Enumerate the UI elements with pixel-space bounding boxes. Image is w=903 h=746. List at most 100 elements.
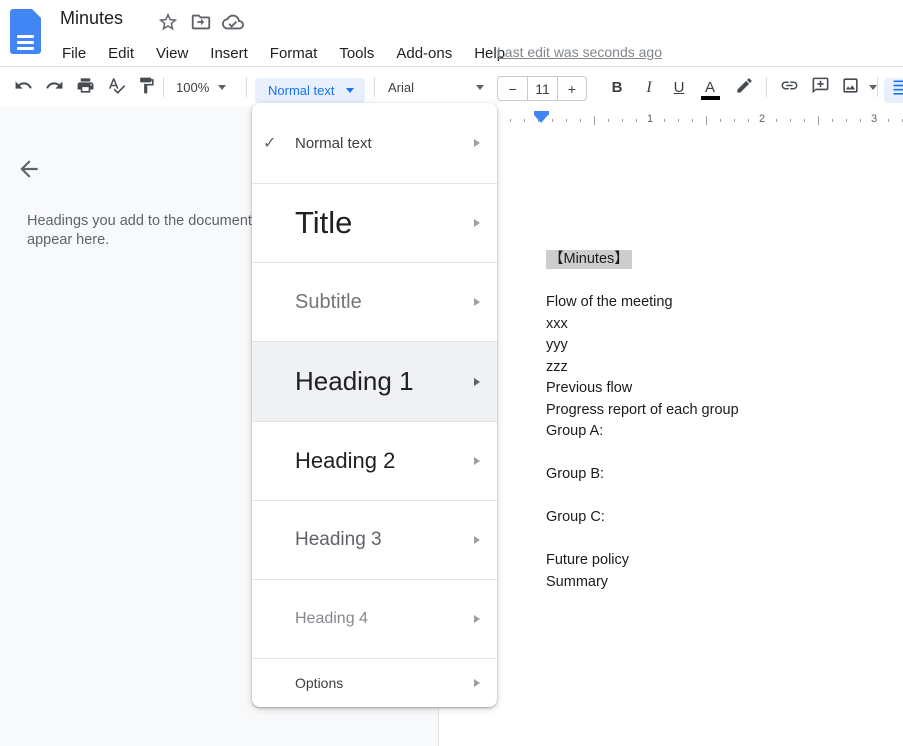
menu-item-heading-4[interactable]: Heading 4 bbox=[252, 579, 497, 658]
doc-line[interactable]: Group B: bbox=[546, 464, 739, 486]
chevron-down-icon bbox=[476, 85, 484, 90]
font-size-decrease-button[interactable]: − bbox=[498, 77, 527, 100]
underline-button[interactable]: U bbox=[666, 75, 692, 100]
font-size-stepper: − 11 + bbox=[497, 76, 587, 101]
chevron-down-icon bbox=[218, 85, 226, 90]
zoom-value: 100% bbox=[176, 80, 209, 95]
font-size-increase-button[interactable]: + bbox=[557, 77, 586, 100]
toolbar-divider bbox=[766, 77, 767, 97]
last-edit-link[interactable]: Last edit was seconds ago bbox=[497, 44, 662, 60]
bold-button[interactable]: B bbox=[604, 75, 630, 100]
selected-text[interactable]: 【Minutes】 bbox=[546, 250, 632, 269]
doc-line[interactable]: Progress report of each group bbox=[546, 400, 739, 422]
print-icon bbox=[76, 76, 95, 100]
redo-icon bbox=[45, 76, 64, 100]
highlight-button[interactable] bbox=[731, 75, 757, 100]
submenu-arrow-icon bbox=[474, 298, 480, 306]
submenu-arrow-icon bbox=[474, 615, 480, 623]
text-color-swatch bbox=[701, 96, 720, 100]
header: Minutes File Edit View Insert Format Too… bbox=[0, 0, 903, 67]
submenu-arrow-icon bbox=[474, 679, 480, 687]
submenu-arrow-icon bbox=[474, 536, 480, 544]
undo-icon bbox=[14, 76, 33, 100]
document-page[interactable]: 1 2 3 【Minutes】 Flow of the meeting xxx … bbox=[439, 107, 903, 746]
docs-logo-icon[interactable] bbox=[10, 9, 41, 54]
menu-insert[interactable]: Insert bbox=[199, 43, 259, 64]
zoom-select[interactable]: 100% bbox=[176, 75, 226, 100]
doc-line[interactable]: Previous flow bbox=[546, 378, 739, 400]
menu-item-heading-2[interactable]: Heading 2 bbox=[252, 421, 497, 500]
doc-line[interactable] bbox=[546, 443, 739, 465]
menu-item-heading-1[interactable]: Heading 1 bbox=[252, 341, 497, 421]
menu-item-subtitle[interactable]: Subtitle bbox=[252, 262, 497, 341]
menu-view[interactable]: View bbox=[145, 43, 199, 64]
doc-line[interactable]: Group A: bbox=[546, 421, 739, 443]
logo-fold bbox=[32, 9, 41, 18]
ruler-ticks bbox=[496, 119, 903, 122]
doc-line[interactable] bbox=[546, 486, 739, 508]
star-icon[interactable] bbox=[157, 11, 179, 33]
indent-marker-icon[interactable] bbox=[534, 111, 549, 124]
doc-line[interactable] bbox=[546, 529, 739, 551]
move-folder-icon[interactable] bbox=[190, 11, 212, 33]
paint-format-button[interactable] bbox=[133, 75, 159, 100]
undo-button[interactable] bbox=[10, 75, 36, 100]
add-comment-button[interactable] bbox=[807, 75, 833, 100]
menu-item-label: Normal text bbox=[295, 135, 372, 152]
paint-format-icon bbox=[137, 76, 156, 100]
submenu-arrow-icon bbox=[474, 457, 480, 465]
menu-item-label: Heading 4 bbox=[295, 610, 368, 628]
insert-image-icon bbox=[841, 76, 860, 100]
menu-format[interactable]: Format bbox=[259, 43, 329, 64]
doc-line[interactable]: yyy bbox=[546, 335, 739, 357]
menu-addons[interactable]: Add-ons bbox=[385, 43, 463, 64]
ruler-number: 3 bbox=[868, 113, 880, 125]
chevron-down-icon[interactable] bbox=[869, 85, 877, 90]
logo-line bbox=[17, 41, 34, 44]
menu-item-normal-text[interactable]: ✓ Normal text bbox=[252, 103, 497, 183]
doc-line[interactable]: Summary bbox=[546, 572, 739, 594]
menu-tools[interactable]: Tools bbox=[328, 43, 385, 64]
cloud-saved-icon[interactable] bbox=[222, 11, 244, 33]
document-text[interactable]: 【Minutes】 Flow of the meeting xxx yyy zz… bbox=[546, 249, 739, 593]
menu-edit[interactable]: Edit bbox=[97, 43, 145, 64]
menu-item-label: Heading 1 bbox=[295, 366, 414, 397]
menu-item-heading-3[interactable]: Heading 3 bbox=[252, 500, 497, 579]
add-comment-icon bbox=[811, 76, 830, 100]
ruler-halfmark bbox=[706, 116, 707, 125]
link-icon bbox=[780, 76, 799, 100]
menu-item-title[interactable]: Title bbox=[252, 183, 497, 262]
toolbar: 100% Normal text Arial − 11 + B I U A bbox=[0, 67, 903, 107]
insert-link-button[interactable] bbox=[776, 75, 802, 100]
doc-line[interactable]: xxx bbox=[546, 314, 739, 336]
submenu-arrow-icon bbox=[474, 219, 480, 227]
ruler-halfmark bbox=[594, 116, 595, 125]
font-size-value[interactable]: 11 bbox=[527, 77, 556, 100]
doc-line[interactable] bbox=[546, 271, 739, 293]
doc-line[interactable]: Group C: bbox=[546, 507, 739, 529]
font-family-select[interactable]: Arial bbox=[388, 75, 484, 100]
close-outline-button[interactable] bbox=[16, 156, 42, 182]
back-arrow-icon bbox=[16, 169, 42, 186]
doc-line[interactable]: Future policy bbox=[546, 550, 739, 572]
submenu-arrow-icon bbox=[474, 378, 480, 386]
menu-item-label: Title bbox=[295, 205, 352, 241]
document-title[interactable]: Minutes bbox=[60, 8, 123, 29]
highlighter-icon bbox=[735, 76, 754, 100]
doc-line[interactable]: zzz bbox=[546, 357, 739, 379]
ruler[interactable]: 1 2 3 bbox=[440, 109, 903, 130]
insert-image-button[interactable] bbox=[837, 75, 863, 100]
doc-line[interactable]: Flow of the meeting bbox=[546, 292, 739, 314]
paragraph-style-select[interactable]: Normal text bbox=[255, 78, 365, 103]
menu-file[interactable]: File bbox=[51, 43, 97, 64]
toolbar-divider bbox=[374, 77, 375, 97]
italic-button[interactable]: I bbox=[636, 75, 662, 100]
print-button[interactable] bbox=[72, 75, 98, 100]
menu-item-options[interactable]: Options bbox=[252, 658, 497, 707]
align-left-button[interactable] bbox=[884, 78, 903, 103]
menu-item-label: Subtitle bbox=[295, 291, 362, 314]
paragraph-style-value: Normal text bbox=[268, 83, 334, 98]
toolbar-divider bbox=[163, 77, 164, 97]
spellcheck-button[interactable] bbox=[103, 75, 129, 100]
redo-button[interactable] bbox=[41, 75, 67, 100]
